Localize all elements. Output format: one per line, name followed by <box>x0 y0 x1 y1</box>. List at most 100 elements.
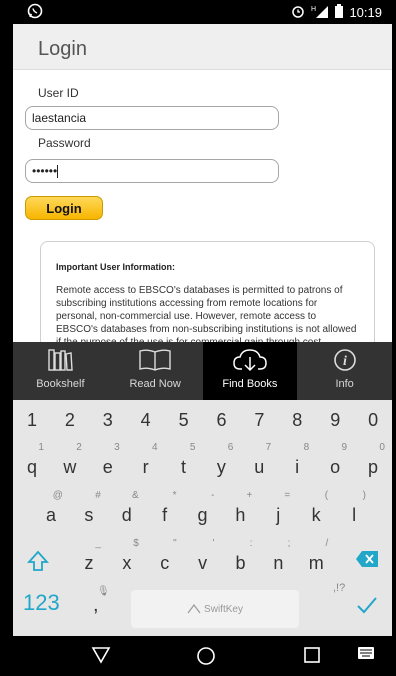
svg-text:H: H <box>311 6 316 13</box>
soft-keyboard: 1234567890 1q2w3e4r5t6y7u8i9o0p @ a # s & d * f… <box>13 400 392 636</box>
key-6[interactable]: 6 <box>203 410 241 440</box>
key-t[interactable]: 5t <box>165 440 203 484</box>
key-r[interactable]: 4r <box>127 440 165 484</box>
key-m[interactable]: / m <box>297 536 335 580</box>
tab-label-info: Info <box>335 378 354 390</box>
password-input[interactable]: •••••• <box>25 159 279 183</box>
login-button[interactable]: Login <box>25 196 103 220</box>
key-v[interactable]: ' v <box>184 536 222 580</box>
key-p[interactable]: 0p <box>354 440 392 484</box>
user-id-input[interactable]: laestancia <box>25 106 279 130</box>
key-alt-label: _ <box>95 538 101 549</box>
key-q[interactable]: 1q <box>13 440 51 484</box>
key-label: m <box>308 553 324 573</box>
key-i[interactable]: 8i <box>278 440 316 484</box>
key-alt-label: 0 <box>379 442 385 453</box>
user-info-box: Important User Information: Remote acces… <box>40 241 375 342</box>
key-o[interactable]: 9o <box>316 440 354 484</box>
tab-bar: Bookshelf Read Now Find Books i Info <box>13 342 392 400</box>
page-title: Login <box>38 38 87 60</box>
key-alt-label: : <box>249 538 253 549</box>
open-book-icon <box>139 349 171 371</box>
key-f[interactable]: * f <box>146 488 184 532</box>
key-label: i <box>295 457 300 477</box>
key-8[interactable]: 8 <box>278 410 316 440</box>
key-3[interactable]: 3 <box>89 410 127 440</box>
key-alt-label: ' <box>212 538 215 549</box>
comma-key[interactable]: 🎙 , <box>93 586 110 617</box>
key-label: j <box>276 505 281 525</box>
signal-icon: H <box>311 4 329 21</box>
key-label: d <box>121 505 132 525</box>
key-a[interactable]: @ a <box>32 488 70 532</box>
key-0[interactable]: 0 <box>354 410 392 440</box>
key-5[interactable]: 5 <box>165 410 203 440</box>
key-label: r <box>142 457 149 477</box>
password-label: Password <box>38 136 91 150</box>
clock: 10:19 <box>349 5 382 20</box>
backspace-key[interactable] <box>355 550 379 568</box>
key-2[interactable]: 2 <box>51 410 89 440</box>
home-circle-icon[interactable] <box>196 646 216 671</box>
symbols-key[interactable]: 123 <box>23 590 60 616</box>
key-c[interactable]: " c <box>146 536 184 580</box>
tab-find-books[interactable]: Find Books <box>202 342 298 400</box>
key-4[interactable]: 4 <box>127 410 165 440</box>
number-row: 1234567890 <box>13 410 392 440</box>
punctuation-hint: ,!? <box>333 582 346 594</box>
shift-icon <box>27 550 49 571</box>
swiftkey-logo-icon <box>187 604 201 614</box>
bookshelf-icon <box>48 349 74 371</box>
back-triangle-icon[interactable] <box>91 646 111 669</box>
key-row-1: 1q2w3e4r5t6y7u8i9o0p <box>13 440 392 484</box>
key-w[interactable]: 2w <box>51 440 89 484</box>
key-label: o <box>330 457 341 477</box>
key-d[interactable]: & d <box>108 488 146 532</box>
recents-square-icon[interactable] <box>303 646 321 669</box>
backspace-icon <box>356 551 378 567</box>
svg-text:i: i <box>343 354 347 369</box>
key-k[interactable]: (k <box>297 488 335 532</box>
tab-label-bookshelf: Bookshelf <box>36 378 85 390</box>
user-id-label: User ID <box>38 86 79 100</box>
key-alt-label: / <box>325 538 329 549</box>
download-cloud-icon <box>233 349 267 372</box>
key-z[interactable]: _ z <box>70 536 108 580</box>
tab-label-read-now: Read Now <box>129 378 181 390</box>
key-label: w <box>63 457 77 477</box>
key-s[interactable]: # s <box>70 488 108 532</box>
tab-label-find-books: Find Books <box>222 378 278 390</box>
key-1[interactable]: 1 <box>13 410 51 440</box>
enter-key[interactable] <box>356 596 378 614</box>
tab-info[interactable]: i Info <box>297 342 392 400</box>
tab-read-now[interactable]: Read Now <box>108 342 203 400</box>
login-screen: Login User ID laestancia Password ••••••… <box>13 24 392 342</box>
tab-bookshelf[interactable]: Bookshelf <box>13 342 108 400</box>
key-y[interactable]: 6y <box>202 440 240 484</box>
key-label: u <box>254 457 265 477</box>
key-alt-label: # <box>95 490 101 501</box>
key-n[interactable]: ; n <box>259 536 297 580</box>
key-label: z <box>84 553 94 573</box>
key-label: p <box>367 457 378 477</box>
checkmark-icon <box>357 597 377 614</box>
key-g[interactable]: -g <box>184 488 222 532</box>
key-b[interactable]: :b <box>222 536 260 580</box>
key-l[interactable]: ) l <box>335 488 373 532</box>
space-key[interactable]: SwiftKey <box>131 590 299 628</box>
keyboard-switch-icon[interactable] <box>357 646 375 665</box>
key-row-2: @ a # s & d * f - g + h = j(k) l <box>32 488 373 532</box>
key-e[interactable]: 3e <box>89 440 127 484</box>
key-u[interactable]: 7u <box>240 440 278 484</box>
battery-icon <box>335 4 344 21</box>
key-x[interactable]: $ x <box>108 536 146 580</box>
key-label: e <box>102 457 113 477</box>
key-j[interactable]: = j <box>259 488 297 532</box>
key-9[interactable]: 9 <box>316 410 354 440</box>
key-h[interactable]: + h <box>221 488 259 532</box>
key-alt-label: $ <box>133 538 139 549</box>
key-7[interactable]: 7 <box>240 410 278 440</box>
key-label: v <box>198 553 208 573</box>
shift-key[interactable] <box>27 550 49 572</box>
key-label: c <box>160 553 170 573</box>
